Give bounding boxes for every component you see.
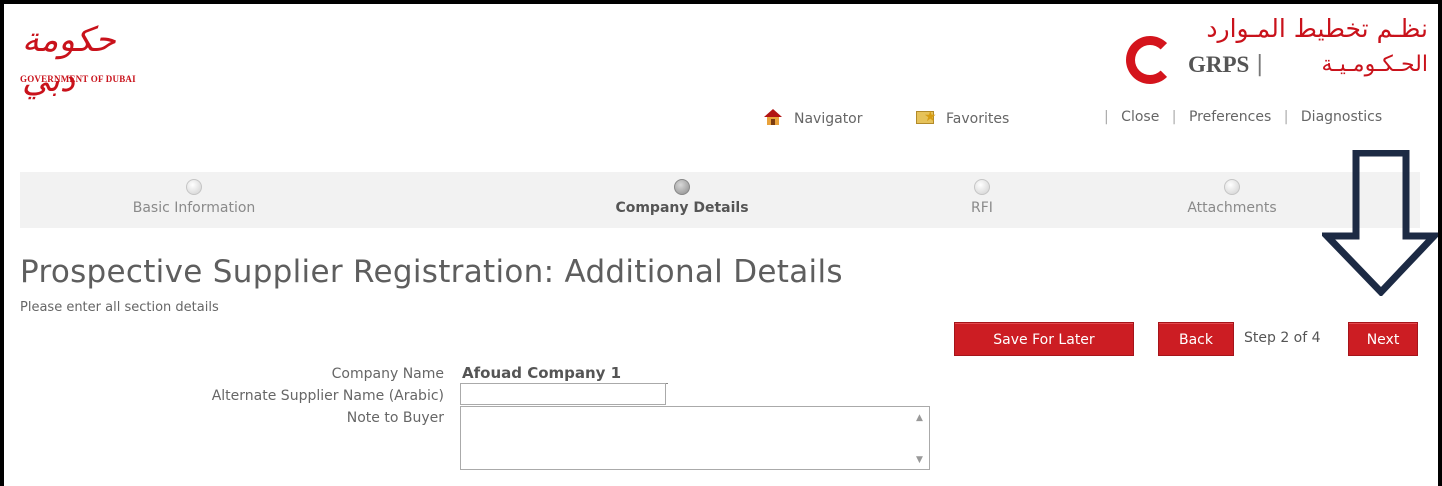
grps-logo-acronym: GRPS — [1188, 52, 1250, 77]
step-counter: Step 2 of 4 — [1244, 330, 1321, 346]
page-instructions: Please enter all section details — [20, 300, 219, 315]
separator: | — [1171, 109, 1177, 125]
back-button[interactable]: Back — [1158, 322, 1234, 356]
step-attachments[interactable]: Attachments — [1132, 172, 1332, 216]
step-label: Basic Information — [132, 200, 256, 216]
step-indicator-active-icon — [674, 179, 690, 195]
navigator-link[interactable]: Navigator — [764, 109, 863, 127]
note-to-buyer-label: Note to Buyer — [346, 410, 444, 426]
close-link[interactable]: Close — [1121, 109, 1159, 125]
favorites-link[interactable]: ★ Favorites — [916, 109, 1009, 127]
preferences-link[interactable]: Preferences — [1189, 109, 1271, 125]
grps-logo-arabic-line2: الحـكـومـيـة — [1321, 52, 1428, 77]
dubai-logo-english: GOVERNMENT OF DUBAI — [20, 74, 136, 84]
dubai-logo-arabic: حكومة دبي — [22, 20, 118, 100]
alternate-supplier-name-label: Alternate Supplier Name (Arabic) — [211, 388, 444, 404]
separator: | — [1104, 109, 1109, 125]
next-button[interactable]: Next — [1348, 322, 1418, 356]
scroll-down-arrow-icon[interactable]: ▼ — [916, 455, 923, 465]
save-for-later-button[interactable]: Save For Later — [954, 322, 1134, 356]
separator: | — [1283, 109, 1289, 125]
home-icon — [764, 109, 782, 125]
navigator-label: Navigator — [794, 111, 863, 127]
alternate-supplier-name-input[interactable] — [460, 383, 666, 405]
step-label: Attachments — [1187, 200, 1277, 216]
favorites-label: Favorites — [946, 111, 1010, 127]
diagnostics-link[interactable]: Diagnostics — [1301, 109, 1382, 125]
step-indicator-icon — [186, 179, 202, 195]
global-links: | Close | Preferences | Diagnostics — [1096, 109, 1382, 125]
favorites-folder-star-icon: ★ — [916, 109, 938, 125]
company-name-value: Afouad Company 1 — [462, 364, 668, 384]
grps-logo-separator: | — [1256, 52, 1264, 77]
textarea-scrollbar[interactable]: ▲ ▼ — [911, 407, 929, 469]
government-of-dubai-logo: حكومة دبي GOVERNMENT OF DUBAI — [18, 20, 168, 100]
page-title: Prospective Supplier Registration: Addit… — [20, 254, 843, 290]
company-name-label: Company Name — [331, 366, 444, 382]
registration-steps-train: Basic Information Company Details RFI At… — [20, 172, 1420, 228]
grps-logo: نظـم تخطيط المـوارد GRPS | الحـكـومـيـة — [1120, 14, 1432, 94]
step-basic-information[interactable]: Basic Information — [94, 172, 294, 216]
grps-logo-mark-icon — [1126, 36, 1174, 84]
step-rfi[interactable]: RFI — [882, 172, 1082, 216]
step-label: RFI — [971, 200, 993, 216]
annotation-down-arrow-icon — [1322, 150, 1438, 296]
grps-logo-arabic-line1: نظـم تخطيط المـوارد — [1206, 14, 1428, 43]
step-indicator-icon — [1224, 179, 1240, 195]
step-indicator-icon — [974, 179, 990, 195]
step-company-details: Company Details — [582, 172, 782, 216]
note-to-buyer-textarea[interactable]: ▲ ▼ — [460, 406, 930, 470]
scroll-up-arrow-icon[interactable]: ▲ — [916, 413, 923, 423]
step-label: Company Details — [615, 200, 749, 216]
